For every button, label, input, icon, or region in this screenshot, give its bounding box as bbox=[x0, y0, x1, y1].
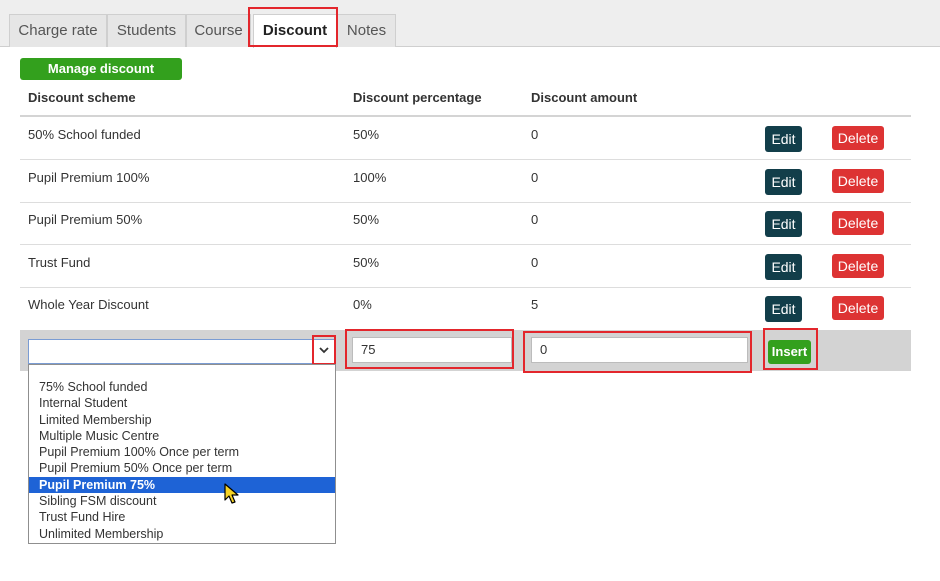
edit-button[interactable]: Edit bbox=[765, 296, 802, 322]
row-divider bbox=[20, 159, 911, 160]
edit-button[interactable]: Edit bbox=[765, 254, 802, 280]
percentage-cell: 50% bbox=[353, 127, 380, 142]
dropdown-option[interactable]: Pupil Premium 50% Once per term bbox=[29, 460, 335, 476]
tab-students[interactable]: Students bbox=[107, 14, 186, 47]
tab-notes[interactable]: Notes bbox=[337, 14, 396, 47]
discount-scheme-select[interactable] bbox=[28, 339, 336, 364]
amount-cell: 0 bbox=[531, 170, 539, 185]
amount-cell: 5 bbox=[531, 297, 539, 312]
discount-amount-input[interactable]: 0 bbox=[531, 337, 748, 363]
percentage-cell: 50% bbox=[353, 212, 380, 227]
dropdown-option-selected[interactable]: Pupil Premium 75% bbox=[29, 476, 335, 494]
dropdown-option[interactable]: Sibling FSM discount bbox=[29, 493, 335, 509]
tab-bar: Charge rate Students Course Discount Not… bbox=[0, 0, 940, 48]
edit-button[interactable]: Edit bbox=[765, 169, 802, 195]
scheme-cell: Trust Fund bbox=[28, 255, 91, 270]
scheme-cell: 50% School funded bbox=[28, 127, 141, 142]
delete-button[interactable]: Delete bbox=[832, 169, 884, 193]
dropdown-option[interactable]: Internal Student bbox=[29, 395, 335, 411]
percentage-cell: 0% bbox=[353, 297, 372, 312]
discount-percentage-input[interactable]: 75 bbox=[352, 337, 512, 363]
edit-button[interactable]: Edit bbox=[765, 211, 802, 237]
dropdown-option[interactable]: Trust Fund Hire bbox=[29, 509, 335, 525]
amount-cell: 0 bbox=[531, 255, 539, 270]
column-header-scheme: Discount scheme bbox=[28, 90, 136, 105]
tab-charge-rate[interactable]: Charge rate bbox=[9, 14, 107, 47]
manage-discount-schemes-button[interactable]: Manage discount schemes bbox=[20, 58, 182, 98]
delete-button[interactable]: Delete bbox=[832, 211, 884, 235]
row-divider bbox=[20, 287, 911, 288]
discount-scheme-dropdown[interactable]: 75% School funded Internal Student Limit… bbox=[28, 364, 336, 544]
tab-discount[interactable]: Discount bbox=[253, 14, 337, 48]
scheme-cell: Whole Year Discount bbox=[28, 297, 149, 312]
insert-button[interactable]: Insert bbox=[768, 340, 811, 364]
amount-cell: 0 bbox=[531, 212, 539, 227]
percentage-cell: 100% bbox=[353, 170, 387, 185]
chevron-down-icon[interactable] bbox=[318, 344, 330, 359]
percentage-cell: 50% bbox=[353, 255, 380, 270]
header-divider bbox=[20, 115, 911, 117]
dropdown-option[interactable]: Multiple Music Centre bbox=[29, 428, 335, 444]
row-divider bbox=[20, 202, 911, 203]
tab-course[interactable]: Course bbox=[186, 14, 251, 47]
dropdown-option[interactable]: 75% School funded bbox=[29, 379, 335, 395]
scheme-cell: Pupil Premium 50% bbox=[28, 212, 143, 227]
delete-button[interactable]: Delete bbox=[832, 126, 884, 150]
column-header-percentage: Discount percentage bbox=[353, 90, 482, 105]
scheme-cell: Pupil Premium 100% bbox=[28, 170, 150, 185]
column-header-amount: Discount amount bbox=[531, 90, 638, 105]
dropdown-option[interactable]: Limited Membership bbox=[29, 412, 335, 428]
edit-button[interactable]: Edit bbox=[765, 126, 802, 152]
amount-cell: 0 bbox=[531, 127, 539, 142]
delete-button[interactable]: Delete bbox=[832, 254, 884, 278]
row-divider bbox=[20, 244, 911, 245]
mouse-pointer-icon bbox=[224, 483, 240, 510]
delete-button[interactable]: Delete bbox=[832, 296, 884, 320]
dropdown-option[interactable]: Unlimited Membership bbox=[29, 526, 335, 542]
dropdown-option[interactable]: Pupil Premium 100% Once per term bbox=[29, 444, 335, 460]
